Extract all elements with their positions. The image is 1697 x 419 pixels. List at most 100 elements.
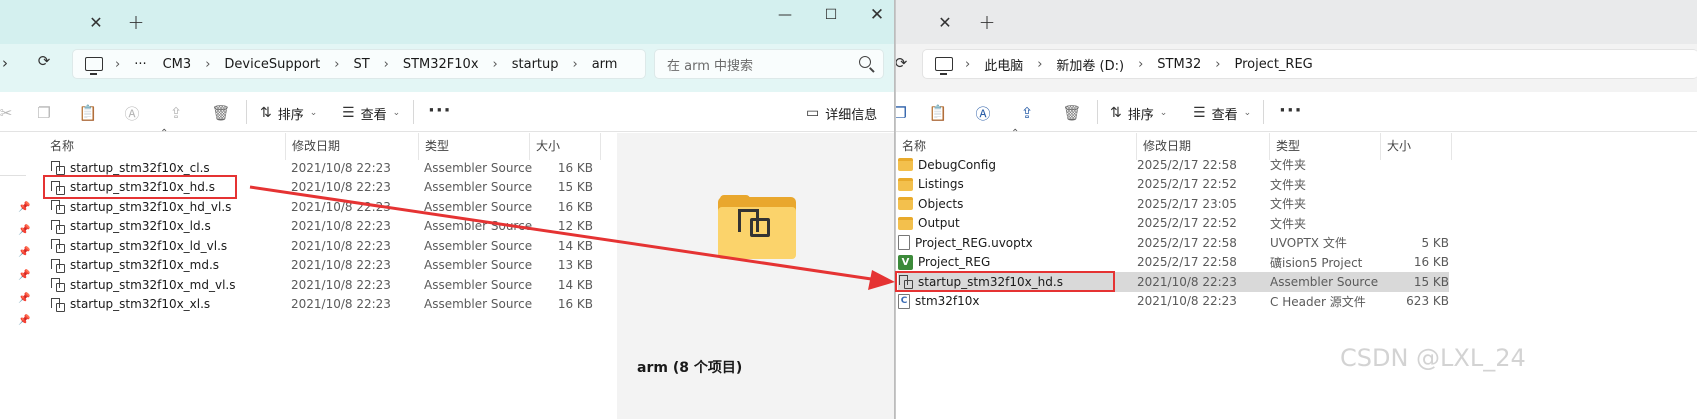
file-name-cell: Cstm32f10x bbox=[898, 293, 1137, 309]
file-name: startup_stm32f10x_md_vl.s bbox=[70, 277, 236, 292]
copy-icon[interactable]: ❐ bbox=[34, 103, 54, 123]
file-row[interactable]: startup_stm32f10x_md.s 2021/10/8 22:23 Ass… bbox=[50, 256, 593, 276]
cut-icon[interactable]: ✂ bbox=[0, 103, 16, 123]
file-type: Assembler Source bbox=[424, 199, 533, 214]
file-type: Assembler Source bbox=[424, 238, 533, 253]
file-name: Objects bbox=[918, 196, 964, 211]
pin-icon[interactable]: 📌 bbox=[18, 247, 30, 258]
pin-icon[interactable]: 📌 bbox=[18, 270, 30, 281]
address-more-button[interactable]: ··· bbox=[126, 57, 154, 72]
assembler-file-icon bbox=[50, 219, 65, 234]
breadcrumb-st[interactable]: ST bbox=[345, 57, 377, 72]
column-type[interactable]: 类型 bbox=[419, 133, 530, 160]
toolbar-divider bbox=[413, 100, 414, 124]
file-row[interactable]: DebugConfig 2025/2/17 22:58 文件夹 bbox=[898, 155, 1449, 175]
file-name: DebugConfig bbox=[918, 157, 996, 172]
more-options-icon[interactable]: ··· bbox=[1279, 100, 1303, 121]
delete-icon[interactable]: 🗑 bbox=[211, 103, 231, 123]
breadcrumb-arm[interactable]: arm bbox=[584, 57, 626, 72]
folder-icon bbox=[898, 177, 913, 191]
file-type: 文件夹 bbox=[1270, 216, 1307, 231]
file-date: 2025/2/17 23:05 bbox=[1137, 196, 1237, 211]
copy-icon[interactable]: ❐ bbox=[896, 103, 910, 123]
assembler-file-icon bbox=[50, 238, 65, 254]
rename-icon[interactable]: Ⓐ bbox=[973, 103, 993, 123]
breadcrumb-stm32[interactable]: STM32 bbox=[1149, 57, 1209, 72]
tab-close-icon[interactable]: ✕ bbox=[84, 10, 108, 34]
file-row[interactable]: Output 2025/2/17 22:52 文件夹 bbox=[898, 214, 1449, 234]
sort-button[interactable]: ⇅ 排序 ⌄ bbox=[1110, 101, 1167, 125]
delete-icon[interactable]: 🗑 bbox=[1062, 103, 1082, 123]
maximize-button[interactable]: ☐ bbox=[808, 0, 854, 30]
file-row[interactable]: startup_stm32f10x_ld.s 2021/10/8 22:23 Ass… bbox=[50, 217, 593, 237]
details-pane-button[interactable]: ▭ 详细信息 bbox=[806, 101, 877, 125]
file-row[interactable]: startup_stm32f10x_ld_vl.s 2021/10/8 22:23… bbox=[50, 236, 593, 256]
file-name: startup_stm32f10x_xl.s bbox=[70, 297, 211, 312]
more-options-icon[interactable]: ··· bbox=[428, 100, 452, 121]
breadcrumb-this-pc[interactable]: 此电脑 bbox=[976, 55, 1031, 74]
search-box[interactable]: 在 arm 中搜索 bbox=[654, 49, 884, 79]
right-title-bar: ✕ + bbox=[896, 0, 1697, 44]
file-row[interactable]: startup_stm32f10x_xl.s 2021/10/8 22:23 Ass… bbox=[50, 295, 593, 315]
address-bar[interactable]: › ··· CM3 › DeviceSupport › ST › STM32F1… bbox=[72, 49, 646, 79]
monitor-icon bbox=[935, 57, 953, 75]
file-row[interactable]: V Project_REG 2025/2/17 22:58 礦ision5 Proje… bbox=[898, 253, 1449, 273]
rename-icon[interactable]: Ⓐ bbox=[122, 103, 142, 123]
view-icon: ☰ bbox=[342, 105, 355, 121]
pin-icon[interactable]: 📌 bbox=[18, 225, 30, 236]
view-button[interactable]: ☰ 查看 ⌄ bbox=[342, 101, 400, 125]
column-name[interactable]: 名称 bbox=[44, 133, 286, 160]
breadcrumb-cm3[interactable]: CM3 bbox=[155, 57, 200, 72]
breadcrumb-drive-d[interactable]: 新加卷 (D:) bbox=[1048, 55, 1132, 74]
file-name-cell: startup_stm32f10x_md.s bbox=[50, 258, 291, 273]
file-size: 16 KB bbox=[557, 160, 593, 175]
view-button[interactable]: ☰ 查看 ⌄ bbox=[1193, 101, 1251, 125]
left-explorer-window: ✕ + — ☐ ✕ › ⟳ › ··· CM3 › DeviceSupport … bbox=[0, 0, 968, 419]
file-row[interactable]: Project_REG.uvoptx 2025/2/17 22:58 UVOPTX … bbox=[898, 233, 1449, 253]
breadcrumb-startup[interactable]: startup bbox=[504, 57, 567, 72]
view-label: 查看 bbox=[1211, 107, 1238, 123]
file-row[interactable]: Objects 2025/2/17 23:05 文件夹 bbox=[898, 194, 1449, 214]
file-row[interactable]: startup_stm32f10x_hd_vl.s 2021/10/8 22:23… bbox=[50, 197, 593, 217]
file-name-cell: startup_stm32f10x_ld.s bbox=[50, 219, 291, 234]
tab-close-icon[interactable]: ✕ bbox=[933, 10, 957, 34]
sort-button[interactable]: ⇅ 排序 ⌄ bbox=[260, 101, 317, 125]
file-date: 2021/10/8 22:23 bbox=[291, 238, 391, 253]
paste-icon[interactable]: 📋 bbox=[78, 103, 98, 123]
pin-icon[interactable]: 📌 bbox=[18, 315, 30, 326]
file-size: 16 KB bbox=[1413, 255, 1449, 270]
refresh-icon[interactable]: ⟳ bbox=[896, 51, 907, 75]
file-date: 2025/2/17 22:52 bbox=[1137, 177, 1237, 192]
refresh-icon[interactable]: ⟳ bbox=[32, 49, 56, 73]
share-icon[interactable]: ⇪ bbox=[166, 103, 186, 123]
highlight-box-source bbox=[43, 175, 237, 199]
search-icon[interactable] bbox=[859, 56, 871, 68]
pin-icon[interactable]: 📌 bbox=[18, 293, 30, 304]
assembler-file-icon bbox=[50, 277, 65, 293]
breadcrumb-stm32f10x[interactable]: STM32F10x bbox=[395, 57, 487, 72]
file-name-cell: Listings bbox=[898, 177, 1137, 191]
column-size[interactable]: 大小 bbox=[530, 133, 601, 160]
c-header-icon: C bbox=[898, 293, 910, 309]
minimize-button[interactable]: — bbox=[762, 0, 808, 30]
paste-icon[interactable]: 📋 bbox=[928, 103, 948, 123]
right-explorer-window: ✕ + ⟳ › 此电脑 › 新加卷 (D:) › STM32 › Project… bbox=[895, 0, 1697, 419]
file-type: Assembler Source bbox=[424, 160, 533, 175]
pin-icon[interactable]: 📌 bbox=[18, 202, 30, 213]
file-name-cell: startup_stm32f10x_hd_vl.s bbox=[50, 199, 291, 215]
details-label: 详细信息 bbox=[825, 107, 878, 123]
new-tab-button[interactable]: + bbox=[123, 9, 149, 35]
highlight-box-target bbox=[895, 271, 1115, 292]
breadcrumb-project-reg[interactable]: Project_REG bbox=[1226, 57, 1320, 72]
file-row[interactable]: startup_stm32f10x_md_vl.s 2021/10/8 22:23… bbox=[50, 275, 593, 295]
column-date[interactable]: 修改日期 bbox=[286, 133, 419, 160]
forward-arrow-icon[interactable]: › bbox=[0, 51, 10, 75]
chevron-right-icon: › bbox=[965, 56, 971, 72]
new-tab-button[interactable]: + bbox=[974, 9, 1000, 35]
file-row[interactable]: Cstm32f10x 2021/10/8 22:23 C Header 源文件 623… bbox=[898, 292, 1449, 312]
address-bar[interactable]: › 此电脑 › 新加卷 (D:) › STM32 › Project_REG bbox=[922, 49, 1697, 79]
file-type: 文件夹 bbox=[1270, 177, 1307, 192]
breadcrumb-devicesupport[interactable]: DeviceSupport bbox=[216, 57, 328, 72]
share-icon[interactable]: ⇪ bbox=[1017, 103, 1037, 123]
file-row[interactable]: Listings 2025/2/17 22:52 文件夹 bbox=[898, 175, 1449, 195]
